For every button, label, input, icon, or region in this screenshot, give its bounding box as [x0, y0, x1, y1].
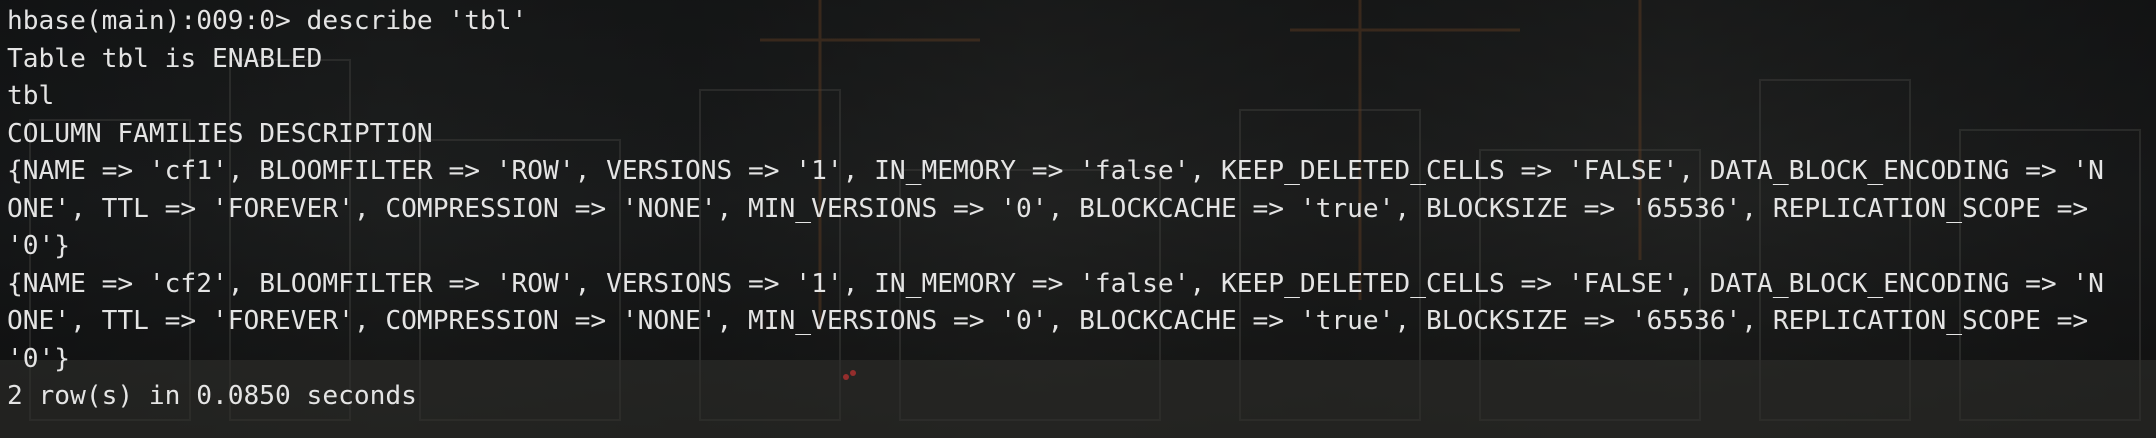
terminal-window[interactable]: hbase(main):009:0> describe 'tbl' Table t… — [0, 0, 2156, 438]
output-line: {NAME => 'cf2', BLOOMFILTER => 'ROW', VE… — [7, 268, 2104, 299]
output-line: 2 row(s) in 0.0850 seconds — [7, 381, 417, 411]
output-line: Table tbl is ENABLED — [7, 43, 323, 74]
output-line: ONE', TTL => 'FOREVER', COMPRESSION => '… — [7, 193, 2089, 224]
output-line: {NAME => 'cf1', BLOOMFILTER => 'ROW', VE… — [7, 156, 2104, 186]
output-line: COLUMN FAMILIES DESCRIPTION — [7, 118, 433, 149]
output-line: '0'} — [7, 343, 71, 374]
output-line: '0'} — [7, 231, 71, 261]
output-line: ONE', TTL => 'FOREVER', COMPRESSION => '… — [7, 306, 2089, 336]
prompt-line: hbase(main):009:0> describe 'tbl' — [7, 6, 528, 36]
output-line: tbl — [7, 81, 55, 111]
terminal-output[interactable]: hbase(main):009:0> describe 'tbl' Table t… — [7, 3, 2156, 416]
